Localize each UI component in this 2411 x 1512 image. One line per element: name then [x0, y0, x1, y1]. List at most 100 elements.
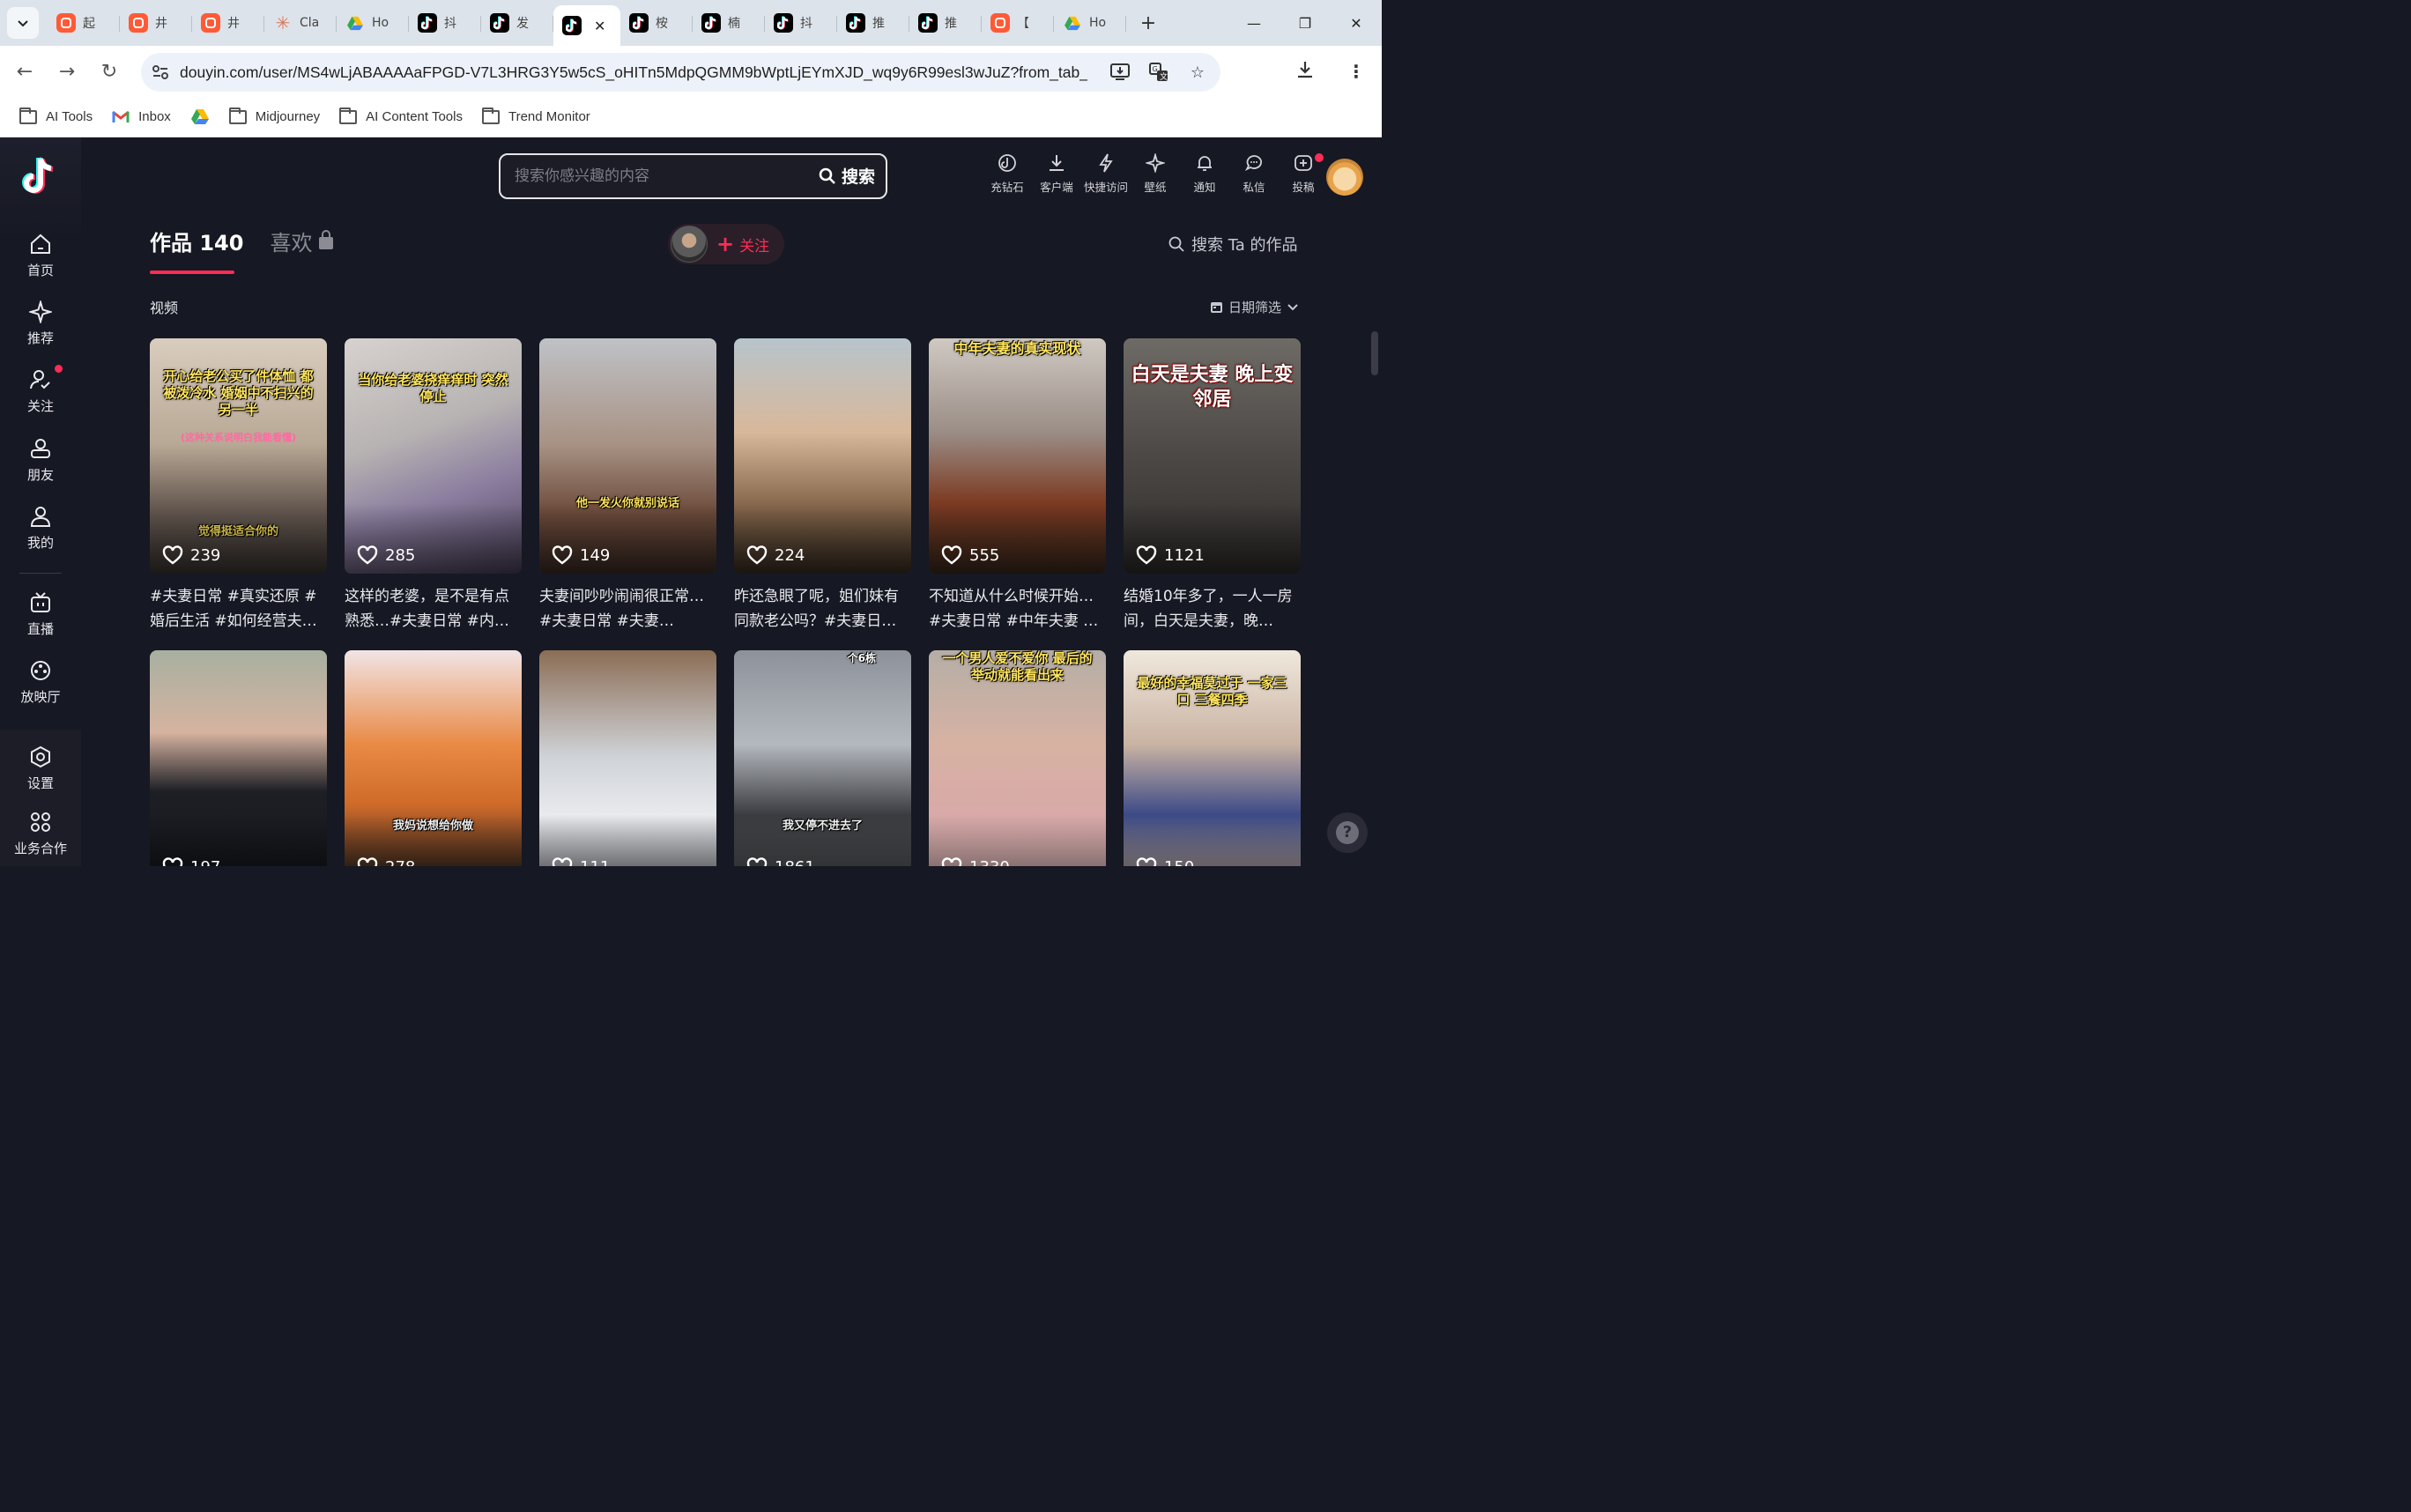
like-count-value: 1121 — [1164, 545, 1205, 565]
video-card[interactable]: 当你给老婆挠痒痒时 突然停止 285 这样的老婆，是不是有点熟悉…#夫妻日常 #内… — [345, 338, 522, 634]
site-info-icon[interactable] — [141, 53, 180, 92]
new-tab-button[interactable]: + — [1135, 12, 1161, 34]
browser-tab[interactable]: Ho — [1054, 5, 1126, 41]
tab-search-button[interactable] — [7, 7, 39, 39]
video-card[interactable]: 个6栋我又停不进去了1861 — [734, 650, 911, 866]
video-card[interactable]: 最好的幸福莫过于 一家三口 三餐四季 150 — [1124, 650, 1301, 866]
video-thumbnail[interactable]: 白天是夫妻 晚上变邻居 1121 — [1124, 338, 1301, 574]
translate-icon[interactable]: 文G — [1148, 62, 1169, 83]
browser-tab[interactable]: ✳ Cla — [264, 5, 337, 41]
video-card[interactable]: 白天是夫妻 晚上变邻居 1121 结婚10年多了，一人一房间，白天是夫妻，晚… — [1124, 338, 1301, 634]
client-download-button[interactable]: 客户端 — [1033, 153, 1080, 195]
user-avatar[interactable] — [1326, 159, 1363, 196]
video-thumbnail[interactable]: 最好的幸福莫过于 一家三口 三餐四季 150 — [1124, 650, 1301, 866]
video-thumbnail[interactable]: 个6栋我又停不进去了1861 — [734, 650, 911, 866]
video-card[interactable]: 他一发火你就别说话149 夫妻间吵吵闹闹很正常…#夫妻日常 #夫妻… — [539, 338, 716, 634]
search-input[interactable] — [501, 167, 800, 185]
sidebar-item-settings[interactable]: 设置 — [0, 745, 81, 792]
bookmark-google-drive[interactable] — [190, 108, 210, 125]
sidebar-item-live[interactable]: 直播 — [0, 591, 81, 638]
browser-tab[interactable]: 推 — [837, 5, 909, 41]
browser-tab[interactable]: 推 — [909, 5, 982, 41]
heart-icon — [1136, 857, 1157, 866]
page-scrollbar[interactable] — [1371, 331, 1378, 375]
quick-access-button[interactable]: 快捷访问 — [1082, 153, 1130, 195]
messages-button[interactable]: 私信 — [1230, 153, 1278, 195]
browser-tab[interactable]: 井 — [192, 5, 264, 41]
browser-tab-active[interactable]: ✕ — [553, 5, 620, 46]
douyin-logo[interactable] — [21, 155, 60, 197]
reload-button[interactable]: ↻ — [88, 50, 130, 93]
bookmark-trend-monitor[interactable]: Trend Monitor — [481, 107, 590, 124]
video-card[interactable]: 111 — [539, 650, 716, 866]
address-bar[interactable]: douyin.com/user/MS4wLjABAAAAaFPGD-V7L3HR… — [141, 53, 1220, 92]
wallpaper-button[interactable]: 壁纸 — [1131, 153, 1179, 195]
sidebar-item-home[interactable]: 首页 — [0, 233, 81, 279]
video-caption[interactable]: #夫妻日常 #真实还原 #婚后生活 #如何经营夫… — [150, 584, 327, 634]
upload-button[interactable]: 投稿 — [1280, 153, 1327, 195]
search-button[interactable]: 搜索 — [819, 164, 875, 188]
video-card[interactable]: 开心给老公买了件体恤 都被泼冷水 婚姻中不扫兴的另一半 (这种关系说明白我能看懂)… — [150, 338, 327, 634]
browser-tab[interactable]: 抖 — [765, 5, 837, 41]
tab-works[interactable]: 作品 140 — [150, 226, 243, 274]
download-icon[interactable] — [1280, 60, 1331, 84]
video-caption[interactable]: 不知道从什么时候开始…#夫妻日常 #中年夫妻 … — [929, 584, 1106, 634]
help-button[interactable]: ? — [1327, 812, 1368, 853]
browser-tab[interactable]: 桉 — [620, 5, 693, 41]
video-caption[interactable]: 昨还急眼了呢，姐们妹有同款老公吗？#夫妻日… — [734, 584, 911, 634]
sidebar-item-cinema[interactable]: 放映厅 — [0, 659, 81, 706]
browser-tab[interactable]: 【 — [982, 5, 1054, 41]
browser-tab[interactable]: 起 — [48, 5, 120, 41]
install-app-icon[interactable] — [1109, 62, 1131, 83]
browser-tab[interactable]: 抖 — [409, 5, 481, 41]
creator-avatar[interactable] — [671, 226, 708, 263]
browser-tab[interactable]: 楠 — [693, 5, 765, 41]
sidebar-item-business[interactable]: 业务合作 — [0, 811, 81, 857]
video-thumbnail[interactable]: 开心给老公买了件体恤 都被泼冷水 婚姻中不扫兴的另一半 (这种关系说明白我能看懂)… — [150, 338, 327, 574]
restore-button[interactable]: ❐ — [1280, 0, 1331, 46]
follow-button[interactable]: + 关注 — [716, 233, 769, 256]
video-card[interactable]: 我妈说想给你做278 — [345, 650, 522, 866]
video-caption[interactable]: 夫妻间吵吵闹闹很正常…#夫妻日常 #夫妻… — [539, 584, 716, 634]
video-card[interactable]: 224 昨还急眼了呢，姐们妹有同款老公吗？#夫妻日… — [734, 338, 911, 634]
tab-likes[interactable]: 喜欢 — [270, 226, 334, 269]
bookmark-star-icon[interactable]: ☆ — [1187, 62, 1208, 83]
douyin-icon — [629, 13, 649, 33]
video-thumbnail[interactable]: 111 — [539, 650, 716, 866]
more-menu-icon[interactable]: ⋮ — [1331, 61, 1382, 82]
minimize-button[interactable]: — — [1228, 0, 1280, 46]
sidebar-item-me[interactable]: 我的 — [0, 505, 81, 552]
video-card[interactable]: 中年夫妻的真实现状 555 不知道从什么时候开始…#夫妻日常 #中年夫妻 … — [929, 338, 1106, 634]
date-filter-dropdown[interactable]: 日期筛选 — [1210, 298, 1299, 316]
video-thumbnail[interactable]: 197 — [150, 650, 327, 866]
close-tab-icon[interactable]: ✕ — [594, 18, 605, 34]
sidebar-bottom: 设置 业务合作 — [0, 730, 81, 866]
browser-tab[interactable]: Ho — [337, 5, 409, 41]
browser-tab[interactable]: 井 — [120, 5, 192, 41]
close-window-button[interactable]: ✕ — [1331, 0, 1382, 46]
video-thumbnail[interactable]: 一个男人爱不爱你 最后的举动就能看出来 1330 — [929, 650, 1106, 866]
notifications-button[interactable]: 通知 — [1181, 153, 1228, 195]
video-caption[interactable]: 这样的老婆，是不是有点熟悉…#夫妻日常 #内… — [345, 584, 522, 634]
sidebar-item-following[interactable]: 关注 — [0, 368, 81, 415]
video-thumbnail[interactable]: 他一发火你就别说话149 — [539, 338, 716, 574]
video-card[interactable]: 一个男人爱不爱你 最后的举动就能看出来 1330 — [929, 650, 1106, 866]
video-thumbnail[interactable]: 我妈说想给你做278 — [345, 650, 522, 866]
video-thumbnail[interactable]: 当你给老婆挠痒痒时 突然停止 285 — [345, 338, 522, 574]
browser-tab[interactable]: 发 — [481, 5, 553, 41]
recharge-button[interactable]: 充钻石 — [983, 153, 1031, 195]
search-works-button[interactable]: 搜索 Ta 的作品 — [1168, 233, 1298, 256]
video-thumbnail[interactable]: 224 — [734, 338, 911, 574]
bookmark-ai-tools[interactable]: AI Tools — [19, 107, 93, 124]
video-caption[interactable]: 结婚10年多了，一人一房间，白天是夫妻，晚… — [1124, 584, 1301, 634]
video-thumbnail[interactable]: 中年夫妻的真实现状 555 — [929, 338, 1106, 574]
bookmark-ai-content-tools[interactable]: AI Content Tools — [339, 107, 463, 124]
bookmark-midjourney[interactable]: Midjourney — [228, 107, 320, 124]
video-card[interactable]: 197 — [150, 650, 327, 866]
sidebar-item-friends[interactable]: 朋友 — [0, 437, 81, 484]
back-button[interactable]: ← — [4, 50, 46, 93]
url-text[interactable]: douyin.com/user/MS4wLjABAAAAaFPGD-V7L3HR… — [180, 63, 1087, 82]
sidebar-item-recommend[interactable]: 推荐 — [0, 300, 81, 347]
forward-button[interactable]: → — [46, 50, 88, 93]
bookmark-inbox[interactable]: Inbox — [112, 109, 171, 124]
